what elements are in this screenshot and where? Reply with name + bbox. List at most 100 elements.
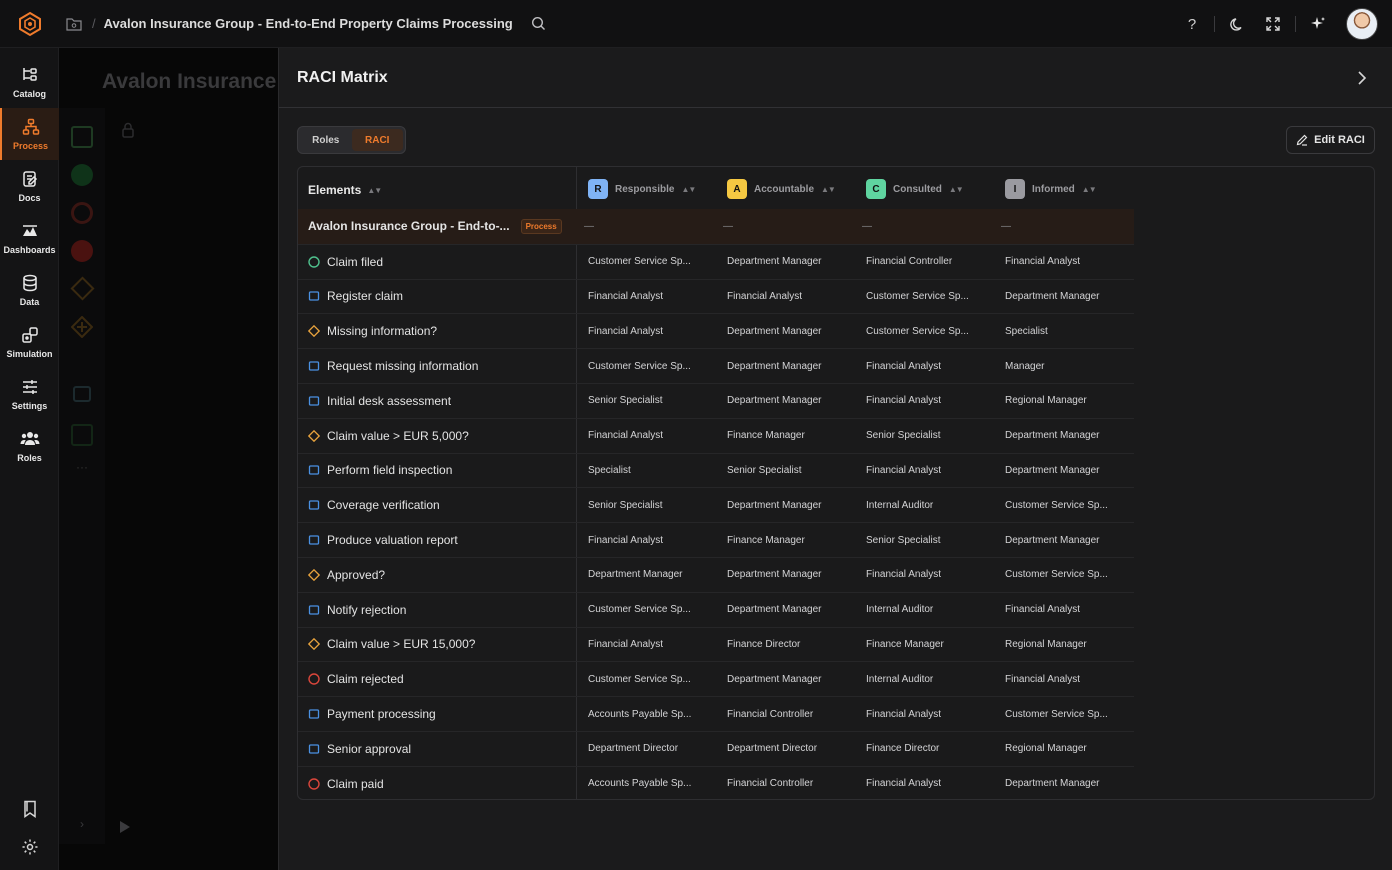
raci-cell[interactable]: Financial Analyst bbox=[866, 767, 991, 799]
raci-cell[interactable]: Financial Controller bbox=[727, 767, 852, 799]
raci-cell[interactable]: Department Manager bbox=[727, 488, 852, 522]
sidebar-item-catalog[interactable]: Catalog bbox=[0, 56, 59, 108]
raci-cell[interactable]: Department Manager bbox=[727, 593, 852, 627]
raci-cell[interactable]: Financial Analyst bbox=[866, 558, 991, 592]
raci-cell[interactable]: Department Manager bbox=[1005, 767, 1130, 799]
raci-cell[interactable]: Financial Analyst bbox=[866, 454, 991, 488]
table-row[interactable]: Senior approval Department Director Depart… bbox=[298, 731, 1134, 766]
raci-cell[interactable]: Regional Manager bbox=[1005, 732, 1130, 766]
palette-intermediate-icon[interactable] bbox=[71, 202, 93, 224]
table-row[interactable]: Notify rejection Customer Service Sp... De… bbox=[298, 591, 1134, 627]
raci-cell[interactable]: Accounts Payable Sp... bbox=[588, 697, 713, 731]
raci-cell[interactable]: Customer Service Sp... bbox=[1005, 558, 1130, 592]
raci-cell[interactable]: Department Manager bbox=[1005, 280, 1130, 314]
raci-cell[interactable]: Financial Analyst bbox=[588, 628, 713, 662]
palette-data-icon[interactable] bbox=[71, 424, 93, 446]
chevron-right-icon[interactable] bbox=[1352, 68, 1372, 88]
palette-more-icon[interactable]: ··· bbox=[71, 460, 93, 482]
lock-icon[interactable] bbox=[121, 122, 135, 138]
sort-icon[interactable]: ▲▼ bbox=[681, 185, 696, 194]
raci-cell[interactable]: Specialist bbox=[588, 454, 713, 488]
search-icon[interactable] bbox=[529, 14, 549, 34]
palette-pool-icon[interactable] bbox=[73, 386, 91, 402]
raci-cell[interactable]: Senior Specialist bbox=[588, 488, 713, 522]
sidebar-item-docs[interactable]: Docs bbox=[0, 160, 59, 212]
sort-icon[interactable]: ▲▼ bbox=[821, 185, 836, 194]
raci-cell[interactable]: Senior Specialist bbox=[588, 384, 713, 418]
table-row[interactable]: Register claim Financial Analyst Financial… bbox=[298, 278, 1134, 314]
table-row[interactable]: Payment processing Accounts Payable Sp...… bbox=[298, 696, 1134, 731]
raci-cell[interactable]: Department Manager bbox=[727, 662, 852, 696]
column-header-accountable[interactable]: A Accountable ▲▼ bbox=[727, 179, 836, 199]
raci-cell[interactable]: — bbox=[1001, 209, 1126, 244]
raci-cell[interactable]: Senior Specialist bbox=[866, 523, 991, 557]
raci-cell[interactable]: Department Manager bbox=[1005, 523, 1130, 557]
column-header-responsible[interactable]: R Responsible ▲▼ bbox=[588, 179, 696, 199]
table-row[interactable]: Approved? Department Manager Department Ma… bbox=[298, 557, 1134, 592]
raci-cell[interactable]: Regional Manager bbox=[1005, 628, 1130, 662]
raci-cell[interactable]: Department Manager bbox=[1005, 419, 1130, 453]
raci-cell[interactable]: Financial Controller bbox=[727, 697, 852, 731]
raci-cell[interactable]: Department Manager bbox=[727, 384, 852, 418]
column-header-informed[interactable]: I Informed ▲▼ bbox=[1005, 179, 1097, 199]
raci-cell[interactable]: Financial Analyst bbox=[866, 384, 991, 418]
raci-cell[interactable]: Customer Service Sp... bbox=[866, 280, 991, 314]
raci-cell[interactable]: Specialist bbox=[1005, 314, 1130, 348]
table-row[interactable]: Claim rejected Customer Service Sp... Depa… bbox=[298, 661, 1134, 696]
raci-cell[interactable]: Department Manager bbox=[588, 558, 713, 592]
moon-icon[interactable] bbox=[1219, 6, 1255, 42]
process-canvas-overlay[interactable]: Avalon Insurance Group - End-to-End Prop… bbox=[59, 48, 278, 870]
raci-cell[interactable]: Department Director bbox=[588, 732, 713, 766]
raci-cell[interactable]: Financial Analyst bbox=[1005, 662, 1130, 696]
sidebar-item-process[interactable]: Process bbox=[0, 108, 59, 160]
raci-cell[interactable]: Finance Manager bbox=[866, 628, 991, 662]
sidebar-item-data[interactable]: Data bbox=[0, 264, 59, 316]
table-row[interactable]: Claim paid Accounts Payable Sp... Financia… bbox=[298, 765, 1134, 799]
table-row[interactable]: Initial desk assessment Senior Specialist… bbox=[298, 383, 1134, 418]
raci-cell[interactable]: Department Manager bbox=[727, 314, 852, 348]
tab-raci[interactable]: RACI bbox=[351, 129, 403, 151]
raci-cell[interactable]: Finance Director bbox=[727, 628, 852, 662]
palette-end-icon[interactable] bbox=[71, 240, 93, 262]
raci-cell[interactable]: Financial Controller bbox=[866, 245, 991, 279]
tab-roles[interactable]: Roles bbox=[300, 129, 352, 151]
edit-raci-button[interactable]: Edit RACI bbox=[1286, 126, 1375, 154]
raci-cell[interactable]: Finance Director bbox=[866, 732, 991, 766]
sidebar-item-roles[interactable]: Roles bbox=[0, 420, 59, 472]
raci-cell[interactable]: Customer Service Sp... bbox=[1005, 488, 1130, 522]
raci-cell[interactable]: Internal Auditor bbox=[866, 662, 991, 696]
raci-cell[interactable]: Financial Analyst bbox=[1005, 245, 1130, 279]
avatar[interactable] bbox=[1346, 8, 1378, 40]
palette-gateway-icon[interactable] bbox=[70, 276, 95, 301]
raci-cell[interactable]: Financial Analyst bbox=[588, 523, 713, 557]
table-row[interactable]: Produce valuation report Financial Analys… bbox=[298, 522, 1134, 557]
raci-cell[interactable]: Financial Analyst bbox=[588, 419, 713, 453]
palette-task-icon[interactable] bbox=[71, 126, 93, 148]
table-row-process[interactable]: Avalon Insurance Group - End-to-... Proc… bbox=[298, 209, 1134, 244]
expand-icon[interactable] bbox=[1255, 6, 1291, 42]
raci-cell[interactable]: Department Manager bbox=[727, 349, 852, 383]
raci-cell[interactable]: Department Manager bbox=[727, 245, 852, 279]
raci-cell[interactable]: Department Manager bbox=[727, 558, 852, 592]
raci-cell[interactable]: Senior Specialist bbox=[866, 419, 991, 453]
chevron-right-icon[interactable]: › bbox=[59, 804, 105, 844]
raci-cell[interactable]: Finance Manager bbox=[727, 419, 852, 453]
raci-cell[interactable]: Department Manager bbox=[1005, 454, 1130, 488]
raci-cell[interactable]: Accounts Payable Sp... bbox=[588, 767, 713, 799]
raci-cell[interactable]: Manager bbox=[1005, 349, 1130, 383]
raci-cell[interactable]: — bbox=[723, 209, 848, 244]
raci-cell[interactable]: Regional Manager bbox=[1005, 384, 1130, 418]
raci-cell[interactable]: Financial Analyst bbox=[866, 349, 991, 383]
play-icon[interactable] bbox=[119, 820, 133, 834]
raci-cell[interactable]: Senior Specialist bbox=[727, 454, 852, 488]
raci-cell[interactable]: Financial Analyst bbox=[588, 280, 713, 314]
raci-cell[interactable]: Financial Analyst bbox=[866, 697, 991, 731]
palette-parallel-gateway-icon[interactable] bbox=[70, 315, 94, 339]
raci-cell[interactable]: Customer Service Sp... bbox=[588, 662, 713, 696]
table-row[interactable]: Coverage verification Senior Specialist De… bbox=[298, 487, 1134, 522]
help-icon[interactable]: ? bbox=[1174, 6, 1210, 42]
raci-cell[interactable]: Finance Manager bbox=[727, 523, 852, 557]
logo-icon[interactable] bbox=[0, 0, 60, 48]
raci-cell[interactable]: — bbox=[584, 209, 709, 244]
bookmark-icon[interactable] bbox=[0, 790, 59, 828]
